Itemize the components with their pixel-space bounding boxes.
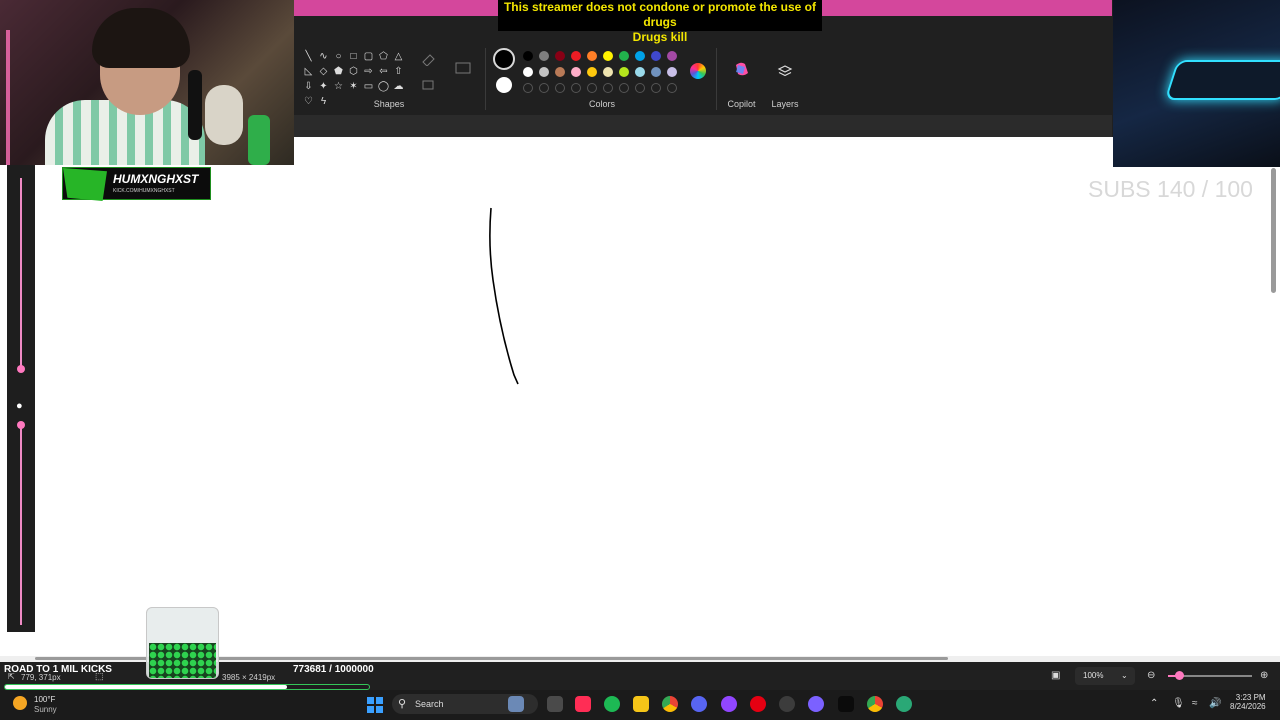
volume-icon[interactable]: 🔊 — [1209, 698, 1221, 709]
kicks-jar — [146, 607, 219, 679]
paint-app-icon[interactable] — [896, 696, 912, 712]
obs-icon[interactable] — [779, 696, 795, 712]
zoom-slider-thumb[interactable] — [1175, 671, 1184, 680]
screen: This streamer does not condone or promot… — [0, 0, 1280, 720]
date: 8/24/2026 — [1230, 702, 1266, 711]
spotify-icon[interactable] — [604, 696, 620, 712]
start-menu-icon[interactable] — [367, 697, 383, 713]
search-icon: ⚲ — [398, 698, 407, 710]
selection-size-icon: ⬚ — [95, 671, 104, 681]
zoom-level: 100% — [1083, 671, 1104, 680]
task-view-icon[interactable] — [547, 696, 563, 712]
wifi-icon[interactable]: ≈ — [1192, 698, 1198, 709]
file-explorer-icon[interactable] — [633, 696, 649, 712]
kicks-goal-fill — [5, 685, 287, 689]
clock[interactable]: 3:23 PM 8/24/2026 — [1230, 693, 1266, 711]
cursor-position-icon: ⇱ — [8, 672, 15, 681]
vertical-scrollbar[interactable] — [1271, 168, 1276, 293]
weather-sun-icon[interactable] — [13, 696, 27, 710]
music-app-icon[interactable] — [575, 696, 591, 712]
temperature: 100°F — [34, 695, 56, 704]
tray-chevron-icon[interactable]: ⌃ — [1150, 698, 1158, 709]
app-red-icon[interactable] — [750, 696, 766, 712]
app-terminal-icon[interactable] — [838, 696, 854, 712]
chrome-icon[interactable] — [662, 696, 678, 712]
search-label: Search — [415, 699, 444, 709]
jar-contents — [149, 643, 216, 678]
chrome-secondary-icon[interactable] — [867, 696, 883, 712]
app-purple-icon[interactable] — [721, 696, 737, 712]
app-violet-icon[interactable] — [808, 696, 824, 712]
time: 3:23 PM — [1235, 693, 1266, 702]
canvas-size: 3985 × 2419px — [222, 673, 276, 682]
zoom-in-icon[interactable]: ⊕ — [1260, 670, 1268, 681]
zoom-out-icon[interactable]: ⊖ — [1147, 670, 1155, 681]
kicks-goal-count: 773681 / 1000000 — [293, 664, 374, 675]
zoom-dropdown[interactable]: 100% ⌄ — [1075, 667, 1135, 685]
fit-to-window-icon[interactable]: ▣ — [1051, 670, 1060, 681]
weather-condition: Sunny — [34, 705, 57, 714]
taskbar-app-image-icon[interactable] — [508, 696, 524, 712]
discord-icon[interactable] — [691, 696, 707, 712]
cursor-position: 779, 371px — [21, 673, 61, 682]
chevron-down-icon: ⌄ — [1121, 671, 1128, 680]
microphone-icon[interactable]: 🎙 — [1172, 698, 1185, 709]
